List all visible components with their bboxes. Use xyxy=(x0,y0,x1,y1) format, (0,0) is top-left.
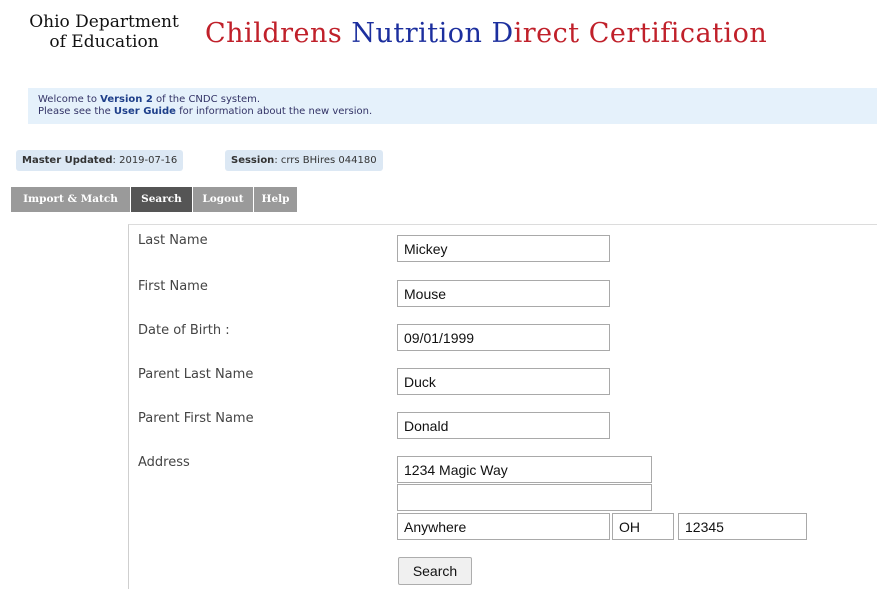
title-part: irect xyxy=(513,18,589,49)
title-part: ertification xyxy=(609,18,768,49)
first-name-input[interactable] xyxy=(397,280,610,307)
address-line2-input[interactable] xyxy=(397,484,652,511)
title-part: utrition xyxy=(375,18,492,49)
master-updated-badge: Master Updated: 2019-07-16 xyxy=(16,150,184,171)
org-name: Ohio Department of Education xyxy=(10,12,198,52)
title-part: N xyxy=(351,18,376,49)
session-label: Session xyxy=(231,155,275,166)
session-badge: Session: crrs BHires 044180 xyxy=(225,150,383,171)
address-line1-input[interactable] xyxy=(397,456,652,483)
title-part: hildrens xyxy=(226,18,352,49)
label-first-name: First Name xyxy=(138,279,208,294)
parent-last-name-input[interactable] xyxy=(397,368,610,395)
org-name-line2: of Education xyxy=(49,32,159,52)
app-title: Childrens Nutrition Direct Certification xyxy=(205,18,767,49)
parent-first-name-input[interactable] xyxy=(397,412,610,439)
tab-import-match[interactable]: Import & Match xyxy=(11,187,131,212)
notice-text: Please see the xyxy=(38,106,114,117)
notice-text: Welcome to xyxy=(38,94,101,105)
label-address: Address xyxy=(138,455,190,470)
user-guide-label: User Guide xyxy=(113,106,176,117)
org-name-line1: Ohio Department xyxy=(29,12,179,32)
date-of-birth-input[interactable] xyxy=(397,324,610,351)
notice-text: of the CNDC system. xyxy=(152,94,261,105)
tab-search[interactable]: Search xyxy=(131,187,193,212)
notice-line1: Welcome to Version 2 of the CNDC system. xyxy=(38,94,877,106)
last-name-input[interactable] xyxy=(397,235,610,262)
notice-line2: Please see the User Guide for informatio… xyxy=(38,106,877,118)
notice-text: for information about the new version. xyxy=(175,106,373,117)
title-part: D xyxy=(491,18,514,49)
master-updated-value: : 2019-07-16 xyxy=(112,155,178,166)
welcome-notice: Welcome to Version 2 of the CNDC system.… xyxy=(28,88,877,124)
label-parent-last-name: Parent Last Name xyxy=(138,367,254,382)
session-value: : crrs BHires 044180 xyxy=(274,155,377,166)
label-date-of-birth: Date of Birth : xyxy=(138,323,230,338)
title-part: C xyxy=(588,18,610,49)
title-part: C xyxy=(205,18,227,49)
zip-input[interactable] xyxy=(678,513,807,540)
master-updated-label: Master Updated xyxy=(22,155,113,166)
city-input[interactable] xyxy=(397,513,610,540)
version-label: Version 2 xyxy=(100,94,153,105)
tab-logout[interactable]: Logout xyxy=(193,187,254,212)
label-last-name: Last Name xyxy=(138,233,208,248)
search-button[interactable]: Search xyxy=(398,557,472,585)
state-input[interactable] xyxy=(612,513,674,540)
tab-help[interactable]: Help xyxy=(254,187,298,212)
label-parent-first-name: Parent First Name xyxy=(138,411,254,426)
